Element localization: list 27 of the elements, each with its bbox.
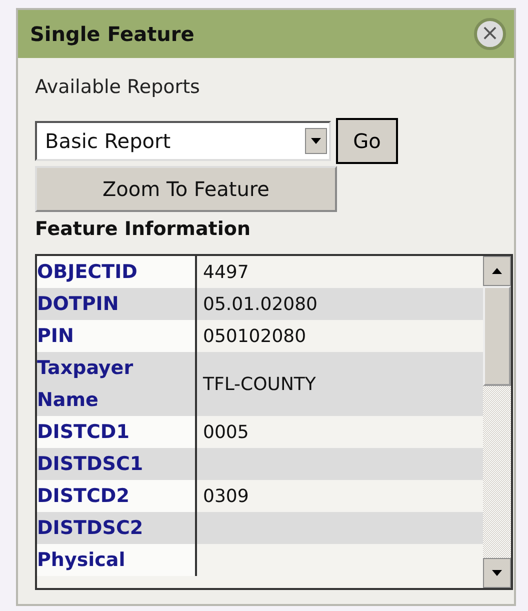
field-name: DISTDSC2 [37, 512, 197, 544]
scroll-thumb[interactable] [483, 286, 511, 386]
section-title: Feature Information [35, 218, 250, 240]
field-value: 0005 [202, 420, 250, 444]
caret-icon [305, 128, 327, 154]
field-name: Physical [37, 544, 197, 576]
field-value: TFL-COUNTY [202, 372, 317, 396]
available-reports-label: Available Reports [35, 76, 200, 100]
field-name: Taxpayer Name [37, 352, 197, 416]
scroll-bar[interactable] [483, 256, 511, 588]
field-name: DISTCD2 [37, 480, 197, 512]
field-name: DOTPIN [37, 288, 197, 320]
zoom-to-feature-button[interactable]: Zoom To Feature [35, 166, 337, 212]
field-name: OBJECTID [37, 256, 197, 288]
scroll-down-icon[interactable] [483, 558, 511, 588]
field-name: DISTDSC1 [37, 448, 197, 480]
field-value: 4497 [202, 260, 250, 284]
window-title: Single Feature [30, 22, 194, 46]
field-name: PIN [37, 320, 197, 352]
go-button[interactable]: Go [336, 118, 398, 164]
field-name: DISTCD1 [37, 416, 197, 448]
report-dropdown[interactable]: Basic Report [35, 121, 331, 161]
field-value: 050102080 [202, 324, 308, 348]
field-value: 0309 [202, 484, 250, 508]
field-value: 05.01.02080 [202, 292, 319, 316]
close-button[interactable]: × [474, 18, 506, 50]
scroll-up-icon[interactable] [483, 256, 511, 286]
